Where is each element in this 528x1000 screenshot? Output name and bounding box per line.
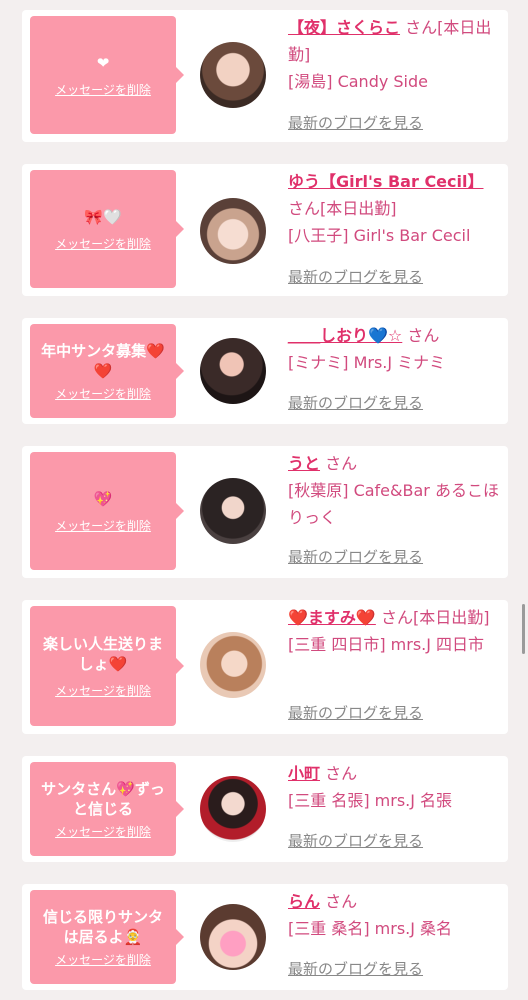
honorific: さん bbox=[380, 608, 413, 627]
cast-name-link[interactable]: 小町 bbox=[288, 764, 320, 783]
cast-name-link[interactable]: ゆう【Girl's Bar Cecil】 bbox=[288, 172, 484, 191]
latest-blog-link[interactable]: 最新のブログを見る bbox=[288, 114, 423, 132]
honorific: さん bbox=[405, 18, 438, 37]
cast-name-link[interactable]: ＿＿しおり💙☆ bbox=[288, 326, 402, 345]
cast-card: 楽しい人生送りましょ❤️ メッセージを削除 ❤️ますみ❤️ さん[本日出勤] [… bbox=[22, 600, 508, 734]
honorific: さん bbox=[407, 326, 440, 345]
cast-card: 年中サンタ募集❤️❤️ メッセージを削除 ＿＿しおり💙☆ さん [ミナミ] Mr… bbox=[22, 318, 508, 424]
status-text: [本日出勤] bbox=[412, 608, 490, 627]
avatar[interactable] bbox=[200, 478, 266, 544]
cast-card: ❤ メッセージを削除 【夜】さくらこ さん[本日出勤] [湯島] Candy S… bbox=[22, 10, 508, 142]
delete-message-link[interactable]: メッセージを削除 bbox=[55, 519, 151, 533]
shop-text: [ミナミ] Mrs.J ミナミ bbox=[288, 353, 446, 372]
message-bubble: 楽しい人生送りましょ❤️ メッセージを削除 bbox=[30, 606, 184, 726]
avatar[interactable] bbox=[200, 42, 266, 108]
cast-info: ＿＿しおり💙☆ さん [ミナミ] Mrs.J ミナミ bbox=[288, 322, 504, 376]
latest-blog-link[interactable]: 最新のブログを見る bbox=[288, 832, 423, 850]
message-text: サンタさん💖ずっと信じる bbox=[41, 780, 165, 818]
message-bubble: 🎀🤍 メッセージを削除 bbox=[30, 170, 184, 288]
message-text: 💖 bbox=[93, 490, 113, 508]
message-text: 🎀🤍 bbox=[84, 208, 122, 226]
cast-info: 【夜】さくらこ さん[本日出勤] [湯島] Candy Side bbox=[288, 14, 504, 95]
honorific: さん bbox=[325, 764, 358, 783]
honorific: さん bbox=[325, 454, 358, 473]
avatar[interactable] bbox=[200, 904, 266, 970]
message-bubble: サンタさん💖ずっと信じる メッセージを削除 bbox=[30, 762, 184, 856]
cast-card: 信じる限りサンタは居るよ🤶 メッセージを削除 らん さん [三重 桑名] mrs… bbox=[22, 884, 508, 990]
latest-blog-link[interactable]: 最新のブログを見る bbox=[288, 960, 423, 978]
message-text: ❤ bbox=[96, 54, 110, 72]
shop-text: [秋葉原] Cafe&Bar あるこほりっく bbox=[288, 481, 499, 527]
delete-message-link[interactable]: メッセージを削除 bbox=[55, 83, 151, 97]
delete-message-link[interactable]: メッセージを削除 bbox=[55, 825, 151, 839]
cast-card: サンタさん💖ずっと信じる メッセージを削除 小町 さん [三重 名張] mrs.… bbox=[22, 756, 508, 862]
shop-text: [三重 名張] mrs.J 名張 bbox=[288, 791, 453, 810]
cast-info: ❤️ますみ❤️ さん[本日出勤] [三重 四日市] mrs.J 四日市 bbox=[288, 604, 504, 658]
honorific: さん bbox=[325, 892, 358, 911]
message-bubble: 信じる限りサンタは居るよ🤶 メッセージを削除 bbox=[30, 890, 184, 984]
avatar[interactable] bbox=[200, 198, 266, 264]
message-text: 年中サンタ募集❤️❤️ bbox=[41, 342, 165, 380]
cast-card: 🎀🤍 メッセージを削除 ゆう【Girl's Bar Cecil】 さん[本日出勤… bbox=[22, 164, 508, 296]
message-bubble: 年中サンタ募集❤️❤️ メッセージを削除 bbox=[30, 324, 184, 418]
latest-blog-link[interactable]: 最新のブログを見る bbox=[288, 268, 423, 286]
cast-info: ゆう【Girl's Bar Cecil】 さん[本日出勤] [八王子] Girl… bbox=[288, 168, 504, 249]
shop-text: [三重 四日市] mrs.J 四日市 bbox=[288, 635, 485, 654]
avatar[interactable] bbox=[200, 338, 266, 404]
delete-message-link[interactable]: メッセージを削除 bbox=[55, 684, 151, 698]
honorific: さん bbox=[288, 199, 321, 218]
latest-blog-link[interactable]: 最新のブログを見る bbox=[288, 704, 423, 722]
avatar[interactable] bbox=[200, 632, 266, 698]
status-text: [本日出勤] bbox=[320, 199, 397, 218]
shop-text: [八王子] Girl's Bar Cecil bbox=[288, 226, 471, 245]
latest-blog-link[interactable]: 最新のブログを見る bbox=[288, 548, 423, 566]
delete-message-link[interactable]: メッセージを削除 bbox=[55, 387, 151, 401]
cast-info: らん さん [三重 桑名] mrs.J 桑名 bbox=[288, 888, 504, 942]
message-text: 信じる限りサンタは居るよ🤶 bbox=[42, 908, 163, 946]
cast-info: 小町 さん [三重 名張] mrs.J 名張 bbox=[288, 760, 504, 814]
cast-name-link[interactable]: うと bbox=[288, 454, 320, 473]
cast-name-link[interactable]: 【夜】さくらこ bbox=[288, 18, 400, 37]
favorites-list: ❤ メッセージを削除 【夜】さくらこ さん[本日出勤] [湯島] Candy S… bbox=[0, 0, 528, 1000]
scrollbar[interactable] bbox=[522, 604, 525, 654]
message-text: 楽しい人生送りましょ❤️ bbox=[42, 635, 163, 673]
delete-message-link[interactable]: メッセージを削除 bbox=[55, 953, 151, 967]
avatar[interactable] bbox=[200, 776, 266, 842]
shop-text: [湯島] Candy Side bbox=[288, 72, 429, 91]
cast-card: 💖 メッセージを削除 うと さん [秋葉原] Cafe&Bar あるこほりっく … bbox=[22, 446, 508, 578]
latest-blog-link[interactable]: 最新のブログを見る bbox=[288, 394, 423, 412]
cast-name-link[interactable]: ❤️ますみ❤️ bbox=[288, 608, 376, 627]
cast-info: うと さん [秋葉原] Cafe&Bar あるこほりっく bbox=[288, 450, 504, 531]
cast-name-link[interactable]: らん bbox=[288, 892, 320, 911]
message-bubble: ❤ メッセージを削除 bbox=[30, 16, 184, 134]
delete-message-link[interactable]: メッセージを削除 bbox=[55, 237, 151, 251]
shop-text: [三重 桑名] mrs.J 桑名 bbox=[288, 919, 453, 938]
message-bubble: 💖 メッセージを削除 bbox=[30, 452, 184, 570]
